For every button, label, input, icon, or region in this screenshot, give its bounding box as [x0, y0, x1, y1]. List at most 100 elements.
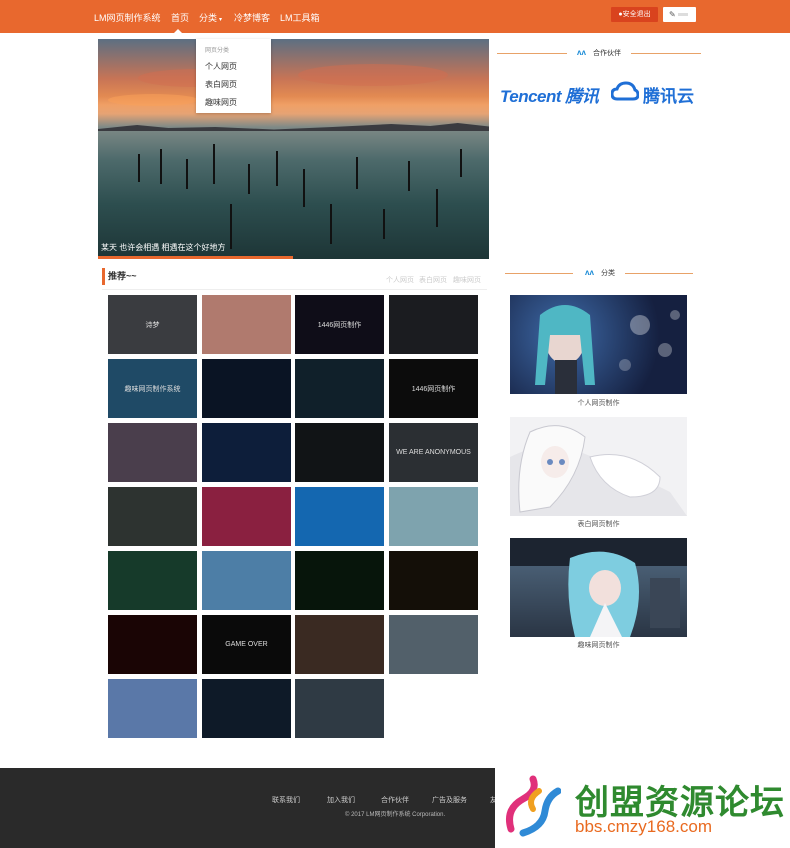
- watermark-banner: 创盟资源论坛 bbs.cmzy168.com: [495, 763, 790, 848]
- template-thumbnail[interactable]: [295, 359, 384, 418]
- edit-button[interactable]: ✎: [663, 7, 696, 22]
- template-thumbnail[interactable]: [295, 551, 384, 610]
- thumbnail-caption: WE ARE ANONYMOUS: [396, 449, 471, 456]
- recommend-title: 推荐~~: [108, 271, 137, 281]
- thumbnail-caption: [389, 615, 478, 674]
- anime-girl-image: [510, 538, 687, 637]
- thumbnail-caption: [202, 679, 291, 738]
- template-thumbnail[interactable]: [202, 295, 291, 354]
- template-thumbnail[interactable]: [295, 423, 384, 482]
- template-thumbnail[interactable]: 1446网页制作: [295, 295, 384, 354]
- chevron-down-icon: ▾: [219, 17, 223, 23]
- thumbnail-caption: [295, 423, 384, 482]
- banner-stake: [408, 161, 410, 191]
- nav-category[interactable]: 分类 ▾: [199, 11, 222, 24]
- divider: [497, 53, 567, 54]
- footer-link-partners[interactable]: 合作伙伴: [381, 795, 409, 805]
- watermark-url: bbs.cmzy168.com: [575, 817, 712, 836]
- logout-button[interactable]: ●安全退出: [611, 7, 658, 22]
- template-thumbnail[interactable]: [202, 359, 291, 418]
- thumbnail-caption: [389, 551, 478, 610]
- template-thumbnail[interactable]: WE ARE ANONYMOUS: [389, 423, 478, 482]
- template-thumbnail[interactable]: 1446网页制作: [389, 359, 478, 418]
- template-thumbnail[interactable]: [202, 487, 291, 546]
- tencent-logo[interactable]: Tencent 腾讯: [500, 82, 599, 107]
- thumbnail-caption: [389, 295, 478, 354]
- template-thumbnail[interactable]: [202, 679, 291, 738]
- dropdown-item-confession[interactable]: 表白网页: [205, 79, 237, 90]
- divider: [625, 273, 693, 274]
- nav-home[interactable]: 首页: [171, 11, 189, 24]
- thumbnail-caption: 1446网页制作: [317, 321, 362, 329]
- template-thumbnail[interactable]: [389, 551, 478, 610]
- category-dropdown-menu: 网页分类 个人网页 表白网页 趣味网页: [196, 39, 271, 113]
- template-thumbnail[interactable]: [295, 615, 384, 674]
- hero-banner[interactable]: 某天 也许会相遇 相遇在这个好地方: [98, 39, 489, 259]
- banner-stake: [213, 144, 215, 184]
- thumbnail-caption: [108, 615, 197, 674]
- footer-link-ads[interactable]: 广告及服务: [432, 795, 467, 805]
- tab-fun[interactable]: 趣味网页: [453, 275, 481, 285]
- template-thumbnail[interactable]: [108, 423, 197, 482]
- thumbnail-caption: 1446网页制作: [411, 385, 456, 393]
- forum-logo-icon: [506, 775, 561, 837]
- thumbnail-caption: 趣味网页制作系统: [124, 385, 181, 393]
- nav-category-label: 分类: [199, 13, 218, 23]
- dropdown-item-fun[interactable]: 趣味网页: [205, 97, 237, 108]
- section-accent-bar: [102, 268, 105, 285]
- thumbnail-caption: [202, 551, 291, 610]
- category-icon: ʌʌ: [585, 268, 594, 277]
- tencent-cloud-icon: [611, 81, 639, 101]
- thumbnail-caption: [108, 423, 197, 482]
- thumbnail-caption: [295, 359, 384, 418]
- pencil-icon: ✎: [669, 10, 676, 19]
- banner-stake: [186, 159, 188, 189]
- template-thumbnail[interactable]: GAME OVER: [202, 615, 291, 674]
- dropdown-item-personal[interactable]: 个人网页: [205, 61, 237, 72]
- thumbnail-caption: [202, 487, 291, 546]
- template-thumbnail[interactable]: [108, 615, 197, 674]
- banner-stake: [248, 164, 250, 194]
- category-card-confession[interactable]: [510, 417, 687, 516]
- tab-personal[interactable]: 个人网页: [386, 275, 414, 285]
- banner-cloud: [108, 94, 198, 106]
- template-thumbnail[interactable]: [295, 487, 384, 546]
- template-thumbnail[interactable]: [202, 551, 291, 610]
- brand-name[interactable]: LM网页制作系统: [94, 11, 161, 24]
- tencent-cloud-logo[interactable]: 腾讯云: [643, 82, 694, 107]
- section-divider: [102, 289, 487, 290]
- banner-caption: 某天 也许会相遇 相遇在这个好地方: [101, 243, 226, 252]
- template-thumbnail[interactable]: [108, 551, 197, 610]
- template-thumbnail[interactable]: [295, 679, 384, 738]
- template-thumbnail[interactable]: [108, 679, 197, 738]
- category-label-personal: 个人网页制作: [577, 400, 620, 407]
- template-thumbnail[interactable]: [389, 295, 478, 354]
- banner-stake: [303, 169, 305, 207]
- thumbnail-caption: [202, 423, 291, 482]
- banner-stake: [460, 149, 462, 177]
- category-title: 分类: [601, 270, 615, 277]
- footer-link-contact[interactable]: 联系我们: [272, 795, 300, 805]
- template-thumbnail[interactable]: [108, 487, 197, 546]
- template-thumbnail[interactable]: [202, 423, 291, 482]
- tab-confession[interactable]: 表白网页: [419, 275, 447, 285]
- anime-girl-image: [535, 305, 680, 394]
- logout-label: 安全退出: [622, 11, 651, 18]
- anime-girl-image: [510, 425, 687, 516]
- thumbnail-caption: [389, 487, 478, 546]
- thumbnail-caption: [108, 487, 197, 546]
- footer-link-join[interactable]: 加入我们: [327, 795, 355, 805]
- thumbnail-caption: [295, 679, 384, 738]
- banner-stake: [356, 157, 358, 189]
- template-thumbnail[interactable]: [389, 487, 478, 546]
- template-thumbnail[interactable]: 诗梦: [108, 295, 197, 354]
- nav-blog[interactable]: 冷梦博客: [234, 11, 270, 24]
- template-thumbnail[interactable]: 趣味网页制作系统: [108, 359, 197, 418]
- nav-toolbox[interactable]: LM工具箱: [280, 11, 320, 24]
- category-label-confession: 表白网页制作: [577, 521, 620, 528]
- category-card-fun[interactable]: [510, 538, 687, 637]
- template-thumbnail[interactable]: [389, 615, 478, 674]
- partners-title: 合作伙伴: [593, 50, 621, 57]
- banner-stake: [138, 154, 140, 182]
- category-card-personal[interactable]: [510, 295, 687, 394]
